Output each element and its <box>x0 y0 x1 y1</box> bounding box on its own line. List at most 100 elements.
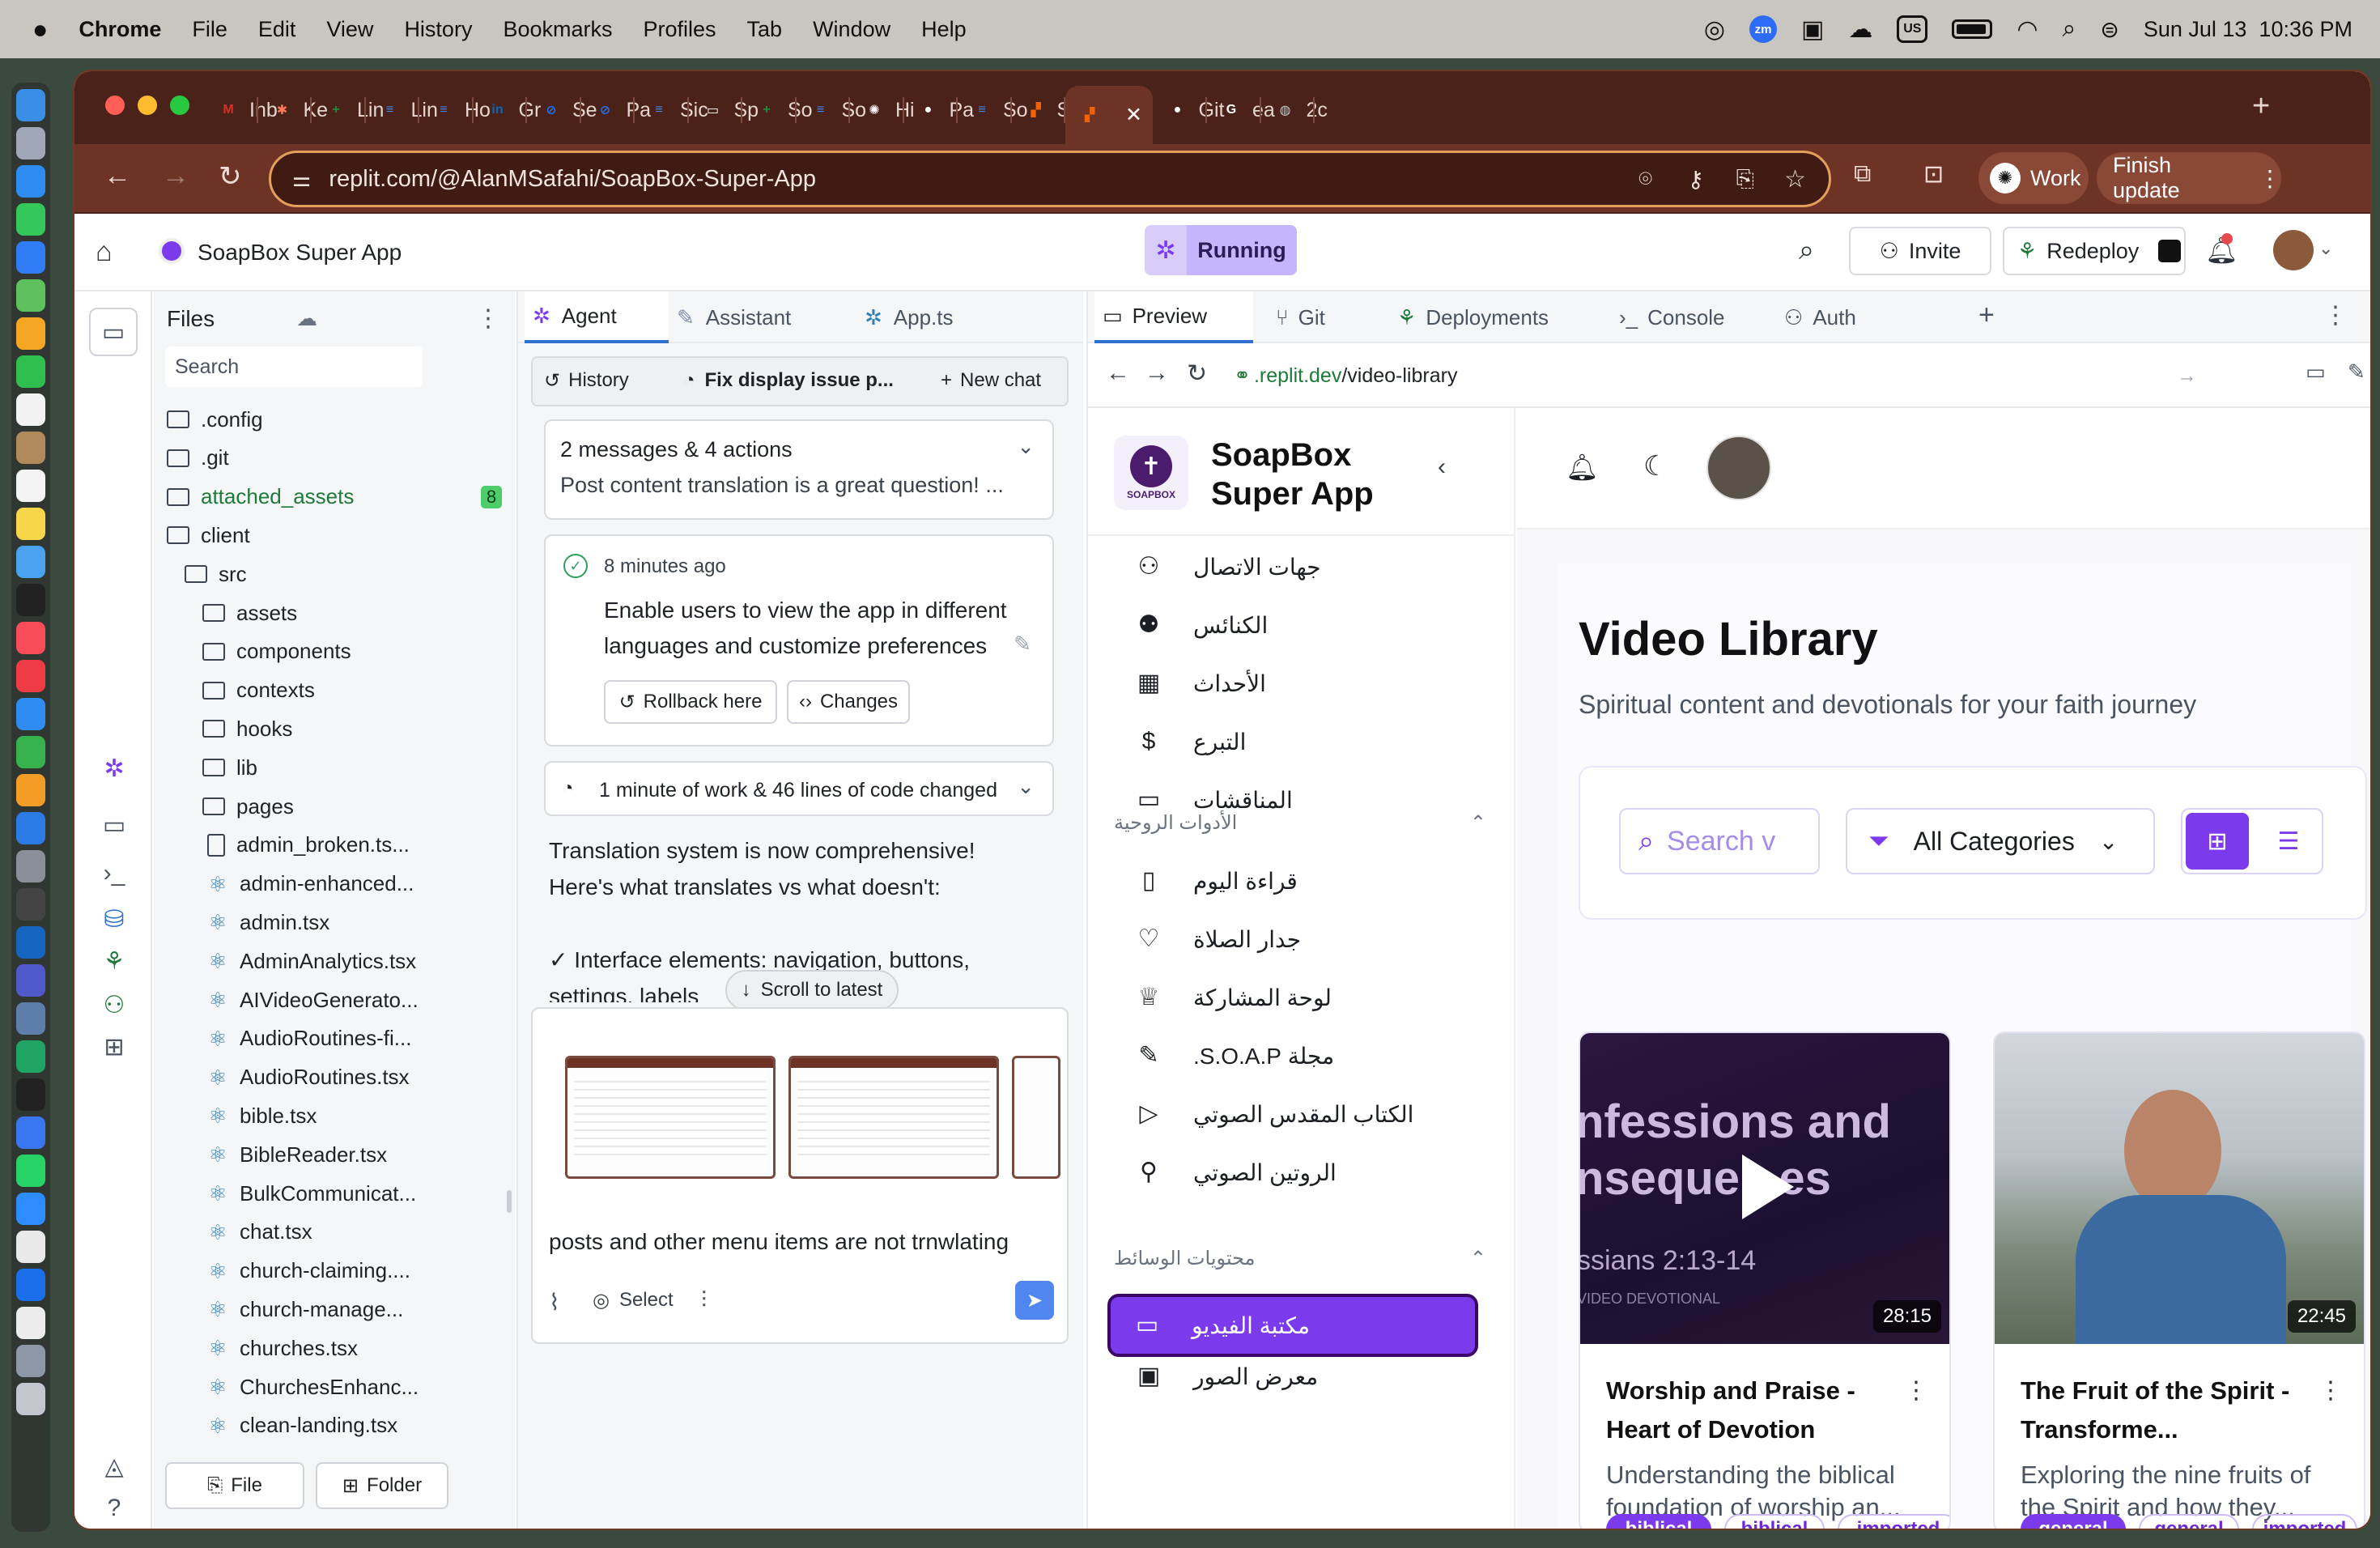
install-app-icon[interactable]: ⎘ <box>1736 166 1754 193</box>
reminders-icon[interactable] <box>16 470 45 502</box>
menu-history[interactable]: History <box>404 17 472 42</box>
sidebar-nav-item[interactable]: ▭ مكتبة الفيديو <box>1107 1294 1478 1357</box>
chat-title[interactable]: ◔ Fix display issue p... <box>683 369 894 392</box>
video-tag[interactable]: general <box>2139 1514 2239 1529</box>
home-icon[interactable]: ⌂ <box>96 236 113 268</box>
database-icon[interactable]: ⛁ <box>99 904 130 934</box>
app-user-avatar[interactable] <box>1706 436 1771 500</box>
file-tree-file[interactable]: ⚛ AdminAnalytics.tsx <box>207 942 416 980</box>
freeform-icon[interactable] <box>16 546 45 578</box>
browser-tab[interactable]: M Inb <box>204 86 278 134</box>
news-icon[interactable] <box>16 660 45 692</box>
facetime-icon[interactable] <box>16 355 45 388</box>
menu-tab[interactable]: Tab <box>747 17 783 42</box>
sidebar-nav-item[interactable]: ✎ مجلة S.O.A.P. <box>1135 1031 1475 1080</box>
browser-tab[interactable]: ≡ Ho <box>419 86 491 134</box>
close-window-button[interactable] <box>105 96 125 115</box>
safari-icon[interactable] <box>16 165 45 198</box>
files-search-input[interactable]: Search <box>165 347 423 387</box>
actions-summary[interactable]: 2 messages & 4 actions ⌄ Post content tr… <box>544 419 1054 520</box>
settings-icon[interactable] <box>16 850 45 882</box>
edit-pencil-icon[interactable]: ✎ <box>1014 632 1031 657</box>
section-spiritual-tools[interactable]: الأدوات الروحية ⌃ <box>1114 811 1486 835</box>
privacy-icon[interactable]: ◎ <box>1704 15 1725 44</box>
help-icon[interactable]: ? <box>99 1493 130 1524</box>
project-name[interactable]: SoapBox Super App <box>198 240 402 266</box>
browser-tab[interactable]: in Gr <box>474 86 541 134</box>
whatsapp-icon[interactable] <box>16 1155 45 1187</box>
site-info-icon[interactable]: ⚌ <box>292 167 311 192</box>
numbers-icon[interactable] <box>16 736 45 768</box>
file-tree-folder[interactable]: pages <box>202 787 294 826</box>
new-tab-button[interactable]: + <box>2252 89 2270 124</box>
close-tab-icon[interactable]: ✕ <box>1125 103 1142 127</box>
video-tag[interactable]: imported <box>2252 1514 2357 1529</box>
scroll-to-latest-button[interactable]: ↓ Scroll to latest <box>725 970 899 1010</box>
auth-icon[interactable]: ⚇ <box>99 989 130 1020</box>
browser-tab[interactable]: ≡ So <box>958 86 1028 134</box>
file-tree-file[interactable]: ⚛ churches.tsx <box>207 1329 358 1367</box>
files-menu-icon[interactable]: ⋮ <box>476 304 500 333</box>
browser-tab[interactable]: Gea <box>1207 86 1275 134</box>
browser-tab[interactable]: ⊘ Se <box>527 86 597 134</box>
browser-tab[interactable]: ✱ Ke <box>258 86 328 134</box>
split-icon[interactable] <box>2158 240 2182 262</box>
weather-icon[interactable]: ☁ <box>1848 15 1872 44</box>
tab-agent[interactable]: ✲ Agent <box>525 291 669 343</box>
run-status-button[interactable]: ✲ Running <box>1145 225 1297 275</box>
deployments-icon[interactable]: ⚘ <box>99 946 130 976</box>
search-icon[interactable]: ⌕ <box>1799 235 1814 266</box>
menu-app-name[interactable]: Chrome <box>79 17 161 42</box>
list-view-button[interactable]: ☰ <box>2257 813 2320 870</box>
file-tree-folder[interactable]: .git <box>167 439 229 478</box>
mail-icon[interactable] <box>16 241 45 274</box>
browser-tab[interactable]: ≡ Lin <box>366 86 438 134</box>
file-tree-folder[interactable]: components <box>202 632 351 671</box>
menu-profiles[interactable]: Profiles <box>644 17 716 42</box>
rollback-button[interactable]: ↺ Rollback here <box>604 680 777 724</box>
iphone-mirroring-icon[interactable] <box>16 888 45 921</box>
browser-tab[interactable]: + So <box>742 86 813 134</box>
new-folder-button[interactable]: ⊞ Folder <box>316 1462 448 1509</box>
zoom-dock-icon[interactable] <box>16 1193 45 1225</box>
browser-tab[interactable]: ≡ So <box>797 86 866 134</box>
document-icon[interactable] <box>16 1307 45 1339</box>
bookmark-star-icon[interactable]: ☆ <box>1784 165 1806 194</box>
devtools-icon[interactable]: ✎ <box>2348 359 2365 385</box>
music-icon[interactable] <box>16 622 45 654</box>
browser-tab[interactable]: ≡ Sic <box>635 86 708 134</box>
photos-icon[interactable] <box>16 317 45 350</box>
video-thumbnail[interactable]: nfessions and nseque es ssians 2:13-14 V… <box>1580 1033 1949 1344</box>
battery-icon[interactable] <box>1952 19 1993 39</box>
preview-forward-icon[interactable]: → <box>1145 359 1169 387</box>
menu-view[interactable]: View <box>326 17 373 42</box>
more-menu-icon[interactable]: ⋮ <box>2259 165 2281 192</box>
settings-sliders-icon[interactable]: ⫶ <box>701 1287 707 1314</box>
menu-bookmarks[interactable]: Bookmarks <box>503 17 612 42</box>
app-bell-icon[interactable]: 🔔︎ <box>1566 452 1599 483</box>
preview-menu-icon[interactable]: ⋮ <box>2323 301 2348 330</box>
all-tools-icon[interactable]: ⊞ <box>99 1031 130 1062</box>
browser-tab[interactable]: ▭ Sp <box>689 86 759 134</box>
finish-update-button[interactable]: Finish update ⋮ <box>2097 152 2281 204</box>
attach-paperclip-icon[interactable]: ⌇ <box>549 1289 560 1316</box>
work-summary-chevron-icon[interactable]: ⌄ <box>1017 774 1035 799</box>
keynote-icon[interactable] <box>16 698 45 730</box>
file-tree-file[interactable]: admin_broken.ts... <box>207 826 410 865</box>
back-icon[interactable]: ← <box>104 160 131 192</box>
file-tree-file[interactable]: ⚛ AudioRoutines-fi... <box>207 1019 411 1058</box>
password-key-icon[interactable]: ⚷ <box>1687 166 1704 193</box>
reload-icon[interactable]: ↻ <box>219 160 242 193</box>
downloads-icon[interactable] <box>16 1345 45 1377</box>
contacts-icon[interactable] <box>16 432 45 464</box>
file-tree-file[interactable]: ⚛ admin-enhanced... <box>207 865 414 904</box>
file-tree-file[interactable]: ⚛ ChurchesEnhanc... <box>207 1367 419 1406</box>
sidebar-nav-item[interactable]: ▦ الأحداث <box>1135 659 1475 708</box>
browser-tab[interactable]: ● Pa <box>904 86 974 134</box>
onepassword-icon[interactable] <box>16 1269 45 1301</box>
file-tree-file[interactable]: ⚛ BulkCommunicat... <box>207 1174 416 1213</box>
alerts-bell-icon[interactable]: ◬ <box>99 1451 130 1482</box>
menubar-clock[interactable]: Sun Jul 13 10:36 PM <box>2144 17 2352 42</box>
launchpad-icon[interactable] <box>16 127 45 159</box>
finder-icon[interactable] <box>16 89 45 121</box>
